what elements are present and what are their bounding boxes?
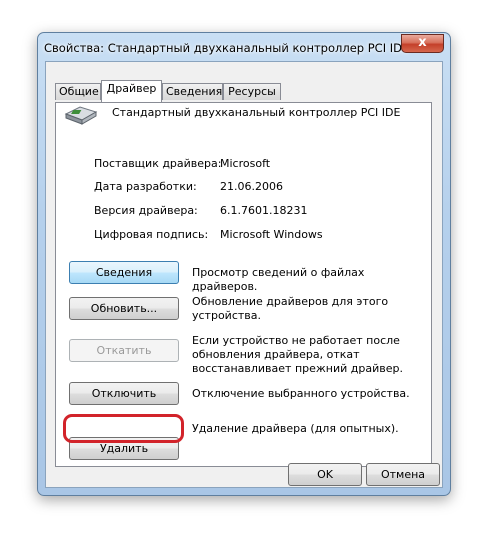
uninstall-driver-button[interactable]: Удалить — [69, 437, 179, 460]
cancel-button[interactable]: Отмена — [366, 463, 440, 486]
ide-controller-icon — [64, 106, 98, 125]
tab-details[interactable]: Сведения — [162, 83, 223, 100]
roll-back-driver-description: Если устройство не работает после обновл… — [192, 334, 403, 375]
driver-provider-value: Microsoft — [220, 157, 271, 170]
tab-driver[interactable]: Драйвер — [101, 80, 162, 102]
driver-provider-label: Поставщик драйвера: — [94, 157, 222, 170]
digital-signer-value: Microsoft Windows — [220, 228, 323, 241]
close-button[interactable]: x — [401, 34, 444, 53]
properties-dialog: Свойства: Стандартный двухканальный конт… — [37, 32, 451, 496]
update-driver-button[interactable]: Обновить... — [69, 297, 179, 320]
tab-resources[interactable]: Ресурсы — [223, 83, 281, 100]
driver-date-label: Дата разработки: — [94, 180, 197, 193]
driver-details-button[interactable]: Сведения — [69, 261, 179, 284]
digital-signer-label: Цифровая подпись: — [94, 228, 209, 241]
device-name: Стандартный двухканальный контроллер PCI… — [112, 106, 401, 119]
update-driver-description: Обновление драйверов для этого устройств… — [192, 295, 389, 322]
dialog-client-area: Общие Драйвер Сведения Ресурсы Стандартн… — [45, 61, 443, 488]
driver-date-value: 21.06.2006 — [220, 180, 283, 193]
driver-details-description: Просмотр сведений о файлах драйверов. — [192, 266, 365, 293]
title-bar[interactable]: Свойства: Стандартный двухканальный конт… — [38, 33, 450, 61]
roll-back-driver-button[interactable]: Откатить — [69, 339, 179, 362]
uninstall-driver-description: Удаление драйвера (для опытных). — [192, 422, 399, 435]
disable-device-description: Отключение выбранного устройства. — [192, 387, 410, 400]
driver-version-label: Версия драйвера: — [94, 204, 198, 217]
disable-device-button[interactable]: Отключить — [69, 382, 179, 405]
ok-button[interactable]: OK — [288, 463, 362, 486]
tab-general[interactable]: Общие — [55, 83, 101, 100]
driver-version-value: 6.1.7601.18231 — [220, 204, 308, 217]
close-icon: x — [418, 35, 427, 50]
window-title: Свойства: Стандартный двухканальный конт… — [44, 41, 410, 55]
